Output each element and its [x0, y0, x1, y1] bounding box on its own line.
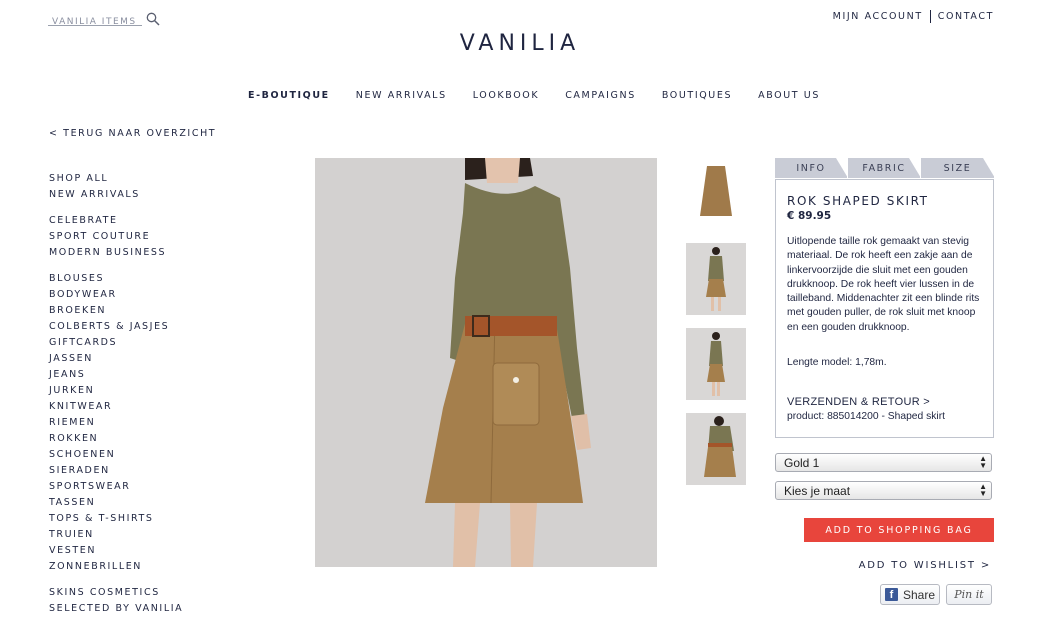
contact-link[interactable]: CONTACT [938, 11, 994, 22]
nav-e-boutique[interactable]: E-BOUTIQUE [248, 90, 330, 101]
thumbnail-side[interactable] [686, 328, 746, 400]
my-account-link[interactable]: MIJN ACCOUNT [833, 11, 923, 22]
sidebar-item-sieraden[interactable]: SIERADEN [49, 463, 183, 479]
size-select-value: Kies je maat [784, 484, 851, 498]
sidebar-item-tops-t-shirts[interactable]: TOPS & T-SHIRTS [49, 511, 183, 527]
sidebar-group-categories: BLOUSES BODYWEAR BROEKEN COLBERTS & JASJ… [49, 271, 183, 575]
facebook-icon: f [885, 588, 898, 601]
sidebar-group-collections: CELEBRATE SPORT COUTURE MODERN BUSINESS [49, 213, 183, 261]
product-info-panel: ROK SHAPED SKIRT € 89.95 Uitlopende tail… [775, 179, 994, 438]
nav-boutiques[interactable]: BOUTIQUES [662, 90, 732, 101]
product-title: ROK SHAPED SKIRT [787, 194, 929, 208]
tab-info[interactable]: INFO [775, 158, 848, 178]
sidebar-item-broeken[interactable]: BROEKEN [49, 303, 183, 319]
nav-about-us[interactable]: ABOUT US [758, 90, 820, 101]
thumbnail-front[interactable] [686, 243, 746, 315]
sidebar-item-shop-all[interactable]: SHOP ALL [49, 171, 183, 187]
pin-label: Pin it [954, 588, 984, 601]
sidebar-item-colberts-jasjes[interactable]: COLBERTS & JASJES [49, 319, 183, 335]
sidebar-item-rokken[interactable]: ROKKEN [49, 431, 183, 447]
model-length: Lengte model: 1,78m. [787, 357, 887, 368]
sidebar-item-schoenen[interactable]: SCHOENEN [49, 447, 183, 463]
thumbnail-strip [686, 158, 746, 498]
color-select-value: Gold 1 [784, 456, 820, 470]
search-icon[interactable] [146, 12, 160, 26]
sidebar-item-modern-business[interactable]: MODERN BUSINESS [49, 245, 183, 261]
share-label: Share [903, 587, 936, 602]
product-price: € 89.95 [787, 210, 832, 222]
sidebar-item-selected-by-vanilia[interactable]: SELECTED BY VANILIA [49, 601, 183, 617]
sidebar-item-jeans[interactable]: JEANS [49, 367, 183, 383]
facebook-share-button[interactable]: f Share [880, 584, 940, 605]
sidebar-item-new-arrivals[interactable]: NEW ARRIVALS [49, 187, 183, 203]
search-input[interactable] [48, 14, 150, 30]
tab-fabric[interactable]: FABRIC [848, 158, 921, 178]
site-logo[interactable]: VANILIA [0, 31, 1040, 56]
search-field[interactable] [48, 9, 150, 30]
sidebar-group-extra: SKINS COSMETICS SELECTED BY VANILIA [49, 585, 183, 617]
add-to-bag-button[interactable]: ADD TO SHOPPING BAG [804, 518, 994, 542]
top-links-divider [929, 10, 931, 23]
size-select[interactable]: Kies je maat ▲ ▼ [775, 481, 992, 500]
select-arrows-icon: ▲ ▼ [979, 482, 987, 498]
sidebar-group-shop: SHOP ALL NEW ARRIVALS [49, 171, 183, 203]
sidebar-item-sport-couture[interactable]: SPORT COUTURE [49, 229, 183, 245]
sidebar-item-zonnebrillen[interactable]: ZONNEBRILLEN [49, 559, 183, 575]
sidebar-item-jurken[interactable]: JURKEN [49, 383, 183, 399]
product-description: Uitlopende taille rok gemaakt van stevig… [787, 236, 980, 333]
sidebar-item-giftcards[interactable]: GIFTCARDS [49, 335, 183, 351]
sidebar-item-celebrate[interactable]: CELEBRATE [49, 213, 183, 229]
sidebar-item-tassen[interactable]: TASSEN [49, 495, 183, 511]
product-tabs: INFO FABRIC SIZE [775, 158, 995, 179]
product-code: product: 885014200 - Shaped skirt [787, 411, 945, 422]
nav-lookbook[interactable]: LOOKBOOK [473, 90, 539, 101]
nav-campaigns[interactable]: CAMPAIGNS [565, 90, 636, 101]
sidebar-item-vesten[interactable]: VESTEN [49, 543, 183, 559]
sidebar-item-sportswear[interactable]: SPORTSWEAR [49, 479, 183, 495]
back-to-overview-link[interactable]: < TERUG NAAR OVERZICHT [49, 128, 216, 139]
sidebar-item-riemen[interactable]: RIEMEN [49, 415, 183, 431]
sidebar-item-blouses[interactable]: BLOUSES [49, 271, 183, 287]
sidebar-item-jassen[interactable]: JASSEN [49, 351, 183, 367]
nav-new-arrivals[interactable]: NEW ARRIVALS [356, 90, 447, 101]
sidebar-item-bodywear[interactable]: BODYWEAR [49, 287, 183, 303]
shipping-returns-link[interactable]: VERZENDEN & RETOUR > [787, 396, 930, 408]
top-links: MIJN ACCOUNT CONTACT [833, 10, 994, 23]
main-product-image[interactable] [315, 158, 657, 567]
sidebar-item-skins-cosmetics[interactable]: SKINS COSMETICS [49, 585, 183, 601]
tab-size[interactable]: SIZE [921, 158, 995, 178]
sidebar-item-knitwear[interactable]: KNITWEAR [49, 399, 183, 415]
thumbnail-skirt[interactable] [686, 158, 746, 230]
pinterest-button[interactable]: Pin it [946, 584, 992, 605]
model-photo [315, 158, 657, 567]
color-select[interactable]: Gold 1 ▲ ▼ [775, 453, 992, 472]
category-sidebar: SHOP ALL NEW ARRIVALS CELEBRATE SPORT CO… [49, 171, 183, 627]
main-nav: E-BOUTIQUE NEW ARRIVALS LOOKBOOK CAMPAIG… [248, 90, 846, 101]
add-to-wishlist-link[interactable]: ADD TO WISHLIST > [859, 560, 991, 571]
select-arrows-icon: ▲ ▼ [979, 454, 987, 470]
sidebar-item-truien[interactable]: TRUIEN [49, 527, 183, 543]
thumbnail-back[interactable] [686, 413, 746, 485]
